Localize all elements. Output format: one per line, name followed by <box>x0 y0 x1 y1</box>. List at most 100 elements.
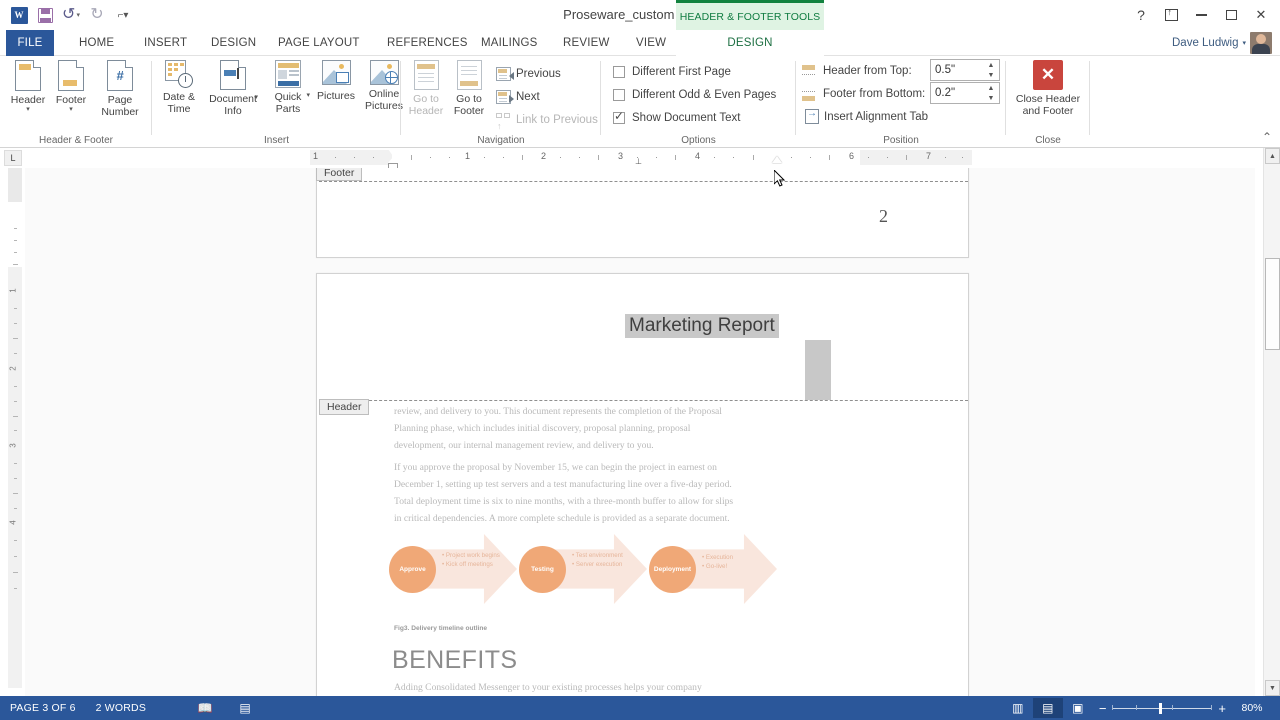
restore-button[interactable] <box>1216 4 1246 26</box>
web-layout-view-button[interactable]: ▣ <box>1063 698 1093 718</box>
date-time-label-1: Date & <box>162 91 196 103</box>
zoom-level[interactable]: 80% <box>1232 702 1272 714</box>
body-paragraph-1: review, and delivery to you. This docume… <box>394 403 780 454</box>
go-to-header-icon <box>413 60 439 90</box>
chevron-down-icon[interactable]: ▾ <box>69 106 73 113</box>
zoom-out-button[interactable]: − <box>1099 701 1107 716</box>
ruler-mark: 6 <box>849 151 855 161</box>
date-time-button[interactable]: Date & Time <box>155 60 203 115</box>
vertical-scrollbar[interactable]: ▲ ▼ <box>1263 148 1280 696</box>
footer-button[interactable]: Footer ▾ <box>45 60 97 113</box>
first-line-indent-marker[interactable] <box>388 149 398 156</box>
document-info-icon <box>220 60 246 90</box>
ruler-mark: 7 <box>926 151 932 161</box>
tab-review[interactable]: REVIEW <box>552 30 621 56</box>
close-header-footer-label-2: and Footer <box>1022 105 1074 117</box>
zoom-in-button[interactable]: + <box>1218 701 1226 716</box>
avatar[interactable] <box>1250 32 1272 54</box>
online-pictures-label-2: Pictures <box>365 100 403 112</box>
page-number-button[interactable]: # Page Number <box>91 60 149 118</box>
word-window: W ↺▾ ↻ ⌐▾ Proseware_custom - Word ? ✕ <box>0 0 1280 720</box>
tab-file[interactable]: FILE <box>6 30 54 56</box>
paragraph-line: Total deployment time is six to nine mon… <box>394 496 734 507</box>
next-button[interactable]: Next <box>493 86 543 107</box>
checkbox-different-odd-even-pages[interactable]: Different Odd & Even Pages <box>613 85 776 105</box>
chevron-down-icon[interactable]: ▾ <box>26 106 30 113</box>
right-indent-marker[interactable] <box>772 156 782 163</box>
read-mode-view-button[interactable]: ▥ <box>1003 698 1033 718</box>
user-account[interactable]: Dave Ludwig ▾ <box>1172 30 1272 56</box>
go-to-footer-icon <box>456 60 482 90</box>
go-to-footer-button[interactable]: Go to Footer <box>447 60 491 117</box>
chevron-down-icon[interactable]: ▾ <box>1242 39 1246 47</box>
scroll-down-button[interactable]: ▼ <box>1265 680 1280 696</box>
print-layout-view-button[interactable]: ▤ <box>1032 698 1063 718</box>
document-canvas[interactable]: 2 Footer Marketing Report review, and de… <box>25 168 1255 696</box>
pictures-button[interactable]: Pictures <box>310 60 362 102</box>
checkbox-show-document-text[interactable]: Show Document Text <box>613 108 740 128</box>
center-tab-stop[interactable]: ⊥ <box>635 157 642 166</box>
page-indicator[interactable]: PAGE 3 OF 6 <box>0 702 86 714</box>
insert-alignment-tab-button[interactable]: Insert Alignment Tab <box>802 106 931 127</box>
ruler-mark: 1 <box>8 288 18 293</box>
quick-parts-button[interactable]: Quick Parts ▾ <box>264 60 312 115</box>
tab-mailings[interactable]: MAILINGS <box>470 30 549 56</box>
checkbox-box[interactable] <box>613 89 625 101</box>
word-count[interactable]: 2 WORDS <box>86 702 156 714</box>
header-from-top-input[interactable]: 0.5" ▲ ▼ <box>930 59 1000 81</box>
ribbon-display-options-button[interactable] <box>1156 4 1186 26</box>
proofing-errors-icon[interactable]: 📖 <box>192 696 218 720</box>
link-to-previous-label: Link to Previous <box>516 113 598 126</box>
tab-stop-selector[interactable]: L <box>4 150 22 166</box>
scroll-up-button[interactable]: ▲ <box>1265 148 1280 164</box>
zoom-slider[interactable] <box>1112 702 1213 714</box>
horizontal-ruler[interactable]: 1 1 2 3 4 6 7 ⊥ <box>310 149 972 169</box>
close-header-and-footer-button[interactable]: ✕ Close Header and Footer <box>1008 60 1088 117</box>
ribbon-group-navigation: Go to Header Go to Footer Previous Next <box>401 56 601 147</box>
footer-button-label: Footer <box>55 94 87 106</box>
page-current[interactable]: Marketing Report review, and delivery to… <box>316 273 969 696</box>
go-to-footer-label-2: Footer <box>453 105 485 117</box>
zoom-controls: − + 80% <box>1099 701 1272 716</box>
link-to-previous-button[interactable]: Link to Previous <box>493 109 601 131</box>
tab-home[interactable]: HOME <box>68 30 125 56</box>
checkbox-box[interactable] <box>613 66 625 78</box>
smartart-process-diagram[interactable]: Approve • Project work begins • Kick off… <box>389 532 809 612</box>
close-button[interactable]: ✕ <box>1246 4 1276 26</box>
scrollbar-thumb[interactable] <box>1265 258 1280 350</box>
tab-view[interactable]: VIEW <box>625 30 677 56</box>
page-number-icon: # <box>107 60 133 91</box>
tab-header-footer-design[interactable]: DESIGN <box>676 30 824 56</box>
bullet-text: Go-live! <box>705 562 728 570</box>
mouse-cursor <box>774 170 786 187</box>
insert-alignment-tab-label: Insert Alignment Tab <box>824 110 928 123</box>
tab-references[interactable]: REFERENCES <box>376 30 479 56</box>
help-button[interactable]: ? <box>1126 4 1156 26</box>
vertical-ruler[interactable]: 1 2 3 4 <box>8 168 22 688</box>
process-step-circle: Testing <box>519 546 566 593</box>
checkbox-different-first-page[interactable]: Different First Page <box>613 62 731 82</box>
header-text-field[interactable]: Marketing Report <box>625 314 779 338</box>
document-info-button[interactable]: Document Info ▾ <box>204 60 262 117</box>
header-boundary-line <box>319 400 968 401</box>
spinner-arrows[interactable]: ▲ ▼ <box>985 84 997 103</box>
previous-button[interactable]: Previous <box>493 63 564 84</box>
collapse-ribbon-button[interactable]: ⌃ <box>1262 130 1272 144</box>
process-step-bullets: • Test environment • Server execution <box>572 552 623 568</box>
checkbox-box[interactable] <box>613 109 625 124</box>
go-to-header-button[interactable]: Go to Header <box>404 60 448 117</box>
ruler-mark: 4 <box>8 520 18 525</box>
quick-parts-label-2: Parts <box>275 103 301 115</box>
page-previous[interactable]: 2 <box>316 168 969 258</box>
header-from-top-row: Header from Top: <box>802 60 912 82</box>
macro-recording-icon[interactable]: ▤ <box>232 696 258 720</box>
tab-insert[interactable]: INSERT <box>133 30 198 56</box>
spinner-arrows[interactable]: ▲ ▼ <box>985 61 997 80</box>
bullet-text: Execution <box>705 554 734 561</box>
footer-from-bottom-input[interactable]: 0.2" ▲ ▼ <box>930 82 1000 104</box>
chevron-down-icon[interactable]: ▾ <box>254 94 258 101</box>
minimize-button[interactable] <box>1186 4 1216 26</box>
tab-design[interactable]: DESIGN <box>200 30 267 56</box>
tab-page-layout[interactable]: PAGE LAYOUT <box>267 30 371 56</box>
page-number-field[interactable]: 2 <box>879 206 888 227</box>
